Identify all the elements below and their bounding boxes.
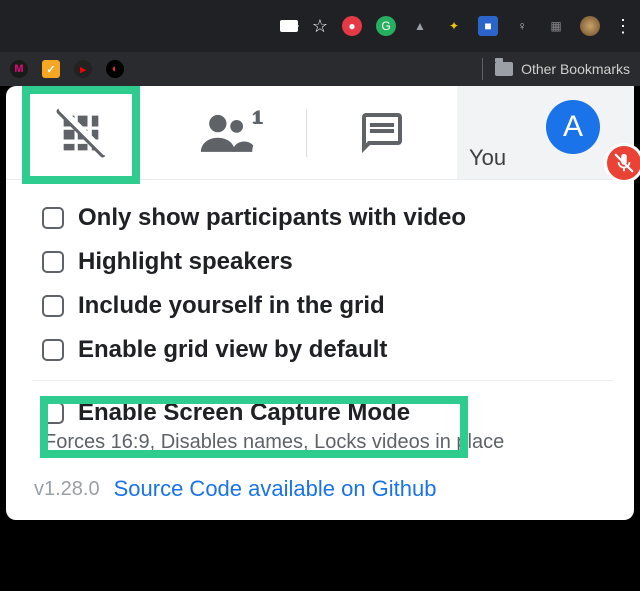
meet-grid-panel: 1 1 A You Only show participants with vi… [6,86,634,520]
participant-self-cell[interactable]: A You [457,86,634,179]
checkbox[interactable] [42,251,64,273]
extension-superman-icon[interactable]: ✦ [444,16,464,36]
checkbox[interactable] [42,207,64,229]
source-code-link[interactable]: Source Code available on Github [114,476,437,502]
bookmarks-bar: M ✓ ▸ ◐ Other Bookmarks [0,52,640,86]
extension-dict-icon[interactable]: ■ [478,16,498,36]
option-description: Forces 16:9, Disables names, Locks video… [44,431,614,454]
option-enable-default[interactable]: Enable grid view by default [42,328,614,372]
bookmark-app-icon[interactable]: ✓ [42,60,60,78]
section-divider [32,380,614,381]
version-label: v1.28.0 [34,478,100,501]
extension-grammarly-icon[interactable]: G [376,16,396,36]
option-label: Highlight speakers [78,248,293,276]
options-list: Only show participants with video Highli… [6,180,634,462]
bookmark-myntra-icon[interactable]: M [10,60,28,78]
checkbox[interactable] [42,402,64,424]
grid-off-icon [55,107,107,159]
bookmarks-divider [482,58,483,80]
avatar-initial: A [563,110,583,144]
checkbox[interactable] [42,295,64,317]
avatar: A [546,100,600,154]
option-label: Enable Screen Capture Mode [78,399,410,427]
extension-bulb-icon[interactable]: ♀ [512,16,532,36]
star-icon[interactable]: ☆ [312,16,328,37]
folder-icon [495,62,513,76]
extension-adblock-icon[interactable]: ● [342,16,362,36]
panel-tabs: 1 1 A You [6,86,634,180]
checkbox[interactable] [42,339,64,361]
chat-icon [358,109,406,157]
tab-chat[interactable] [307,86,457,179]
bookmark-youtube-icon[interactable]: ▸ [74,60,92,78]
extension-drive-icon[interactable]: ▲ [410,16,430,36]
mic-muted-icon [604,143,640,183]
participant-you-label: You [469,145,506,171]
people-count: 1 [253,108,264,130]
browser-toolbar: ☆ ● G ▲ ✦ ■ ♀ ▦ ⋮ [0,0,640,52]
option-label: Include yourself in the grid [78,292,385,320]
option-include-self[interactable]: Include yourself in the grid [42,284,614,328]
extension-grid-icon[interactable]: ▦ [546,16,566,36]
bookmark-dark-icon[interactable]: ◐ [106,60,124,78]
tab-people[interactable]: 1 1 [156,86,306,179]
panel-footer: v1.28.0 Source Code available on Github [6,462,634,502]
profile-avatar-icon[interactable] [580,16,600,36]
option-screen-capture[interactable]: Enable Screen Capture Mode [42,391,614,435]
tab-grid-disabled[interactable] [6,86,156,179]
option-label: Enable grid view by default [78,336,387,364]
option-only-video[interactable]: Only show participants with video [42,196,614,240]
camera-icon [280,20,298,32]
browser-menu-icon[interactable]: ⋮ [614,16,632,37]
option-highlight-speakers[interactable]: Highlight speakers [42,240,614,284]
other-bookmarks-button[interactable]: Other Bookmarks [521,61,630,77]
option-label: Only show participants with video [78,204,466,232]
